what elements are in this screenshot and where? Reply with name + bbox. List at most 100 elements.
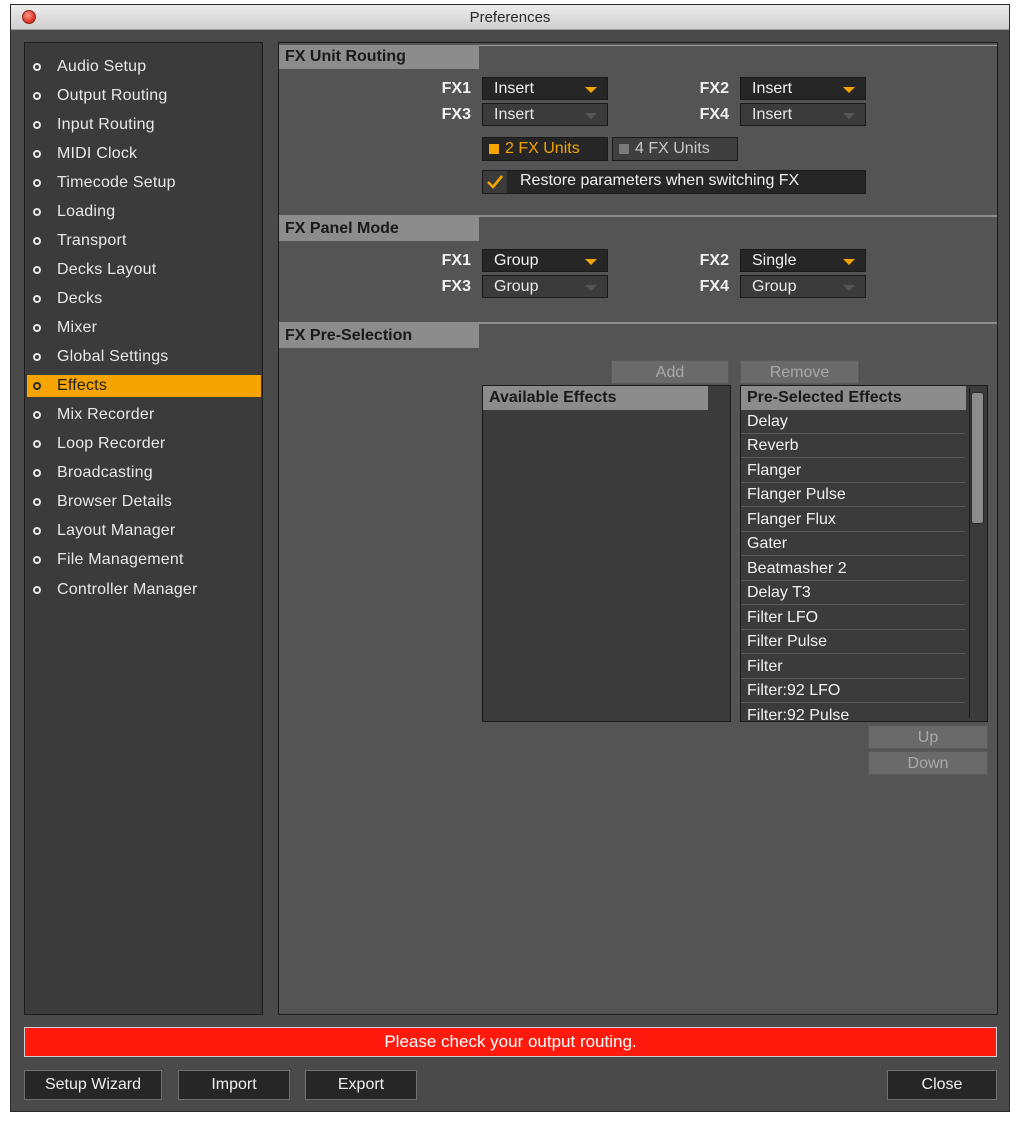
chevron-down-icon <box>843 285 855 291</box>
close-button[interactable]: Close <box>887 1070 997 1100</box>
dropdown-value: Group <box>494 252 539 269</box>
list-item[interactable]: Filter:92 Pulse <box>741 704 965 721</box>
sidebar-item-loop-recorder[interactable]: Loop Recorder <box>27 433 261 455</box>
sidebar-item-mix-recorder[interactable]: Mix Recorder <box>27 404 261 426</box>
preselected-effects-header: Pre-Selected Effects <box>741 386 966 410</box>
sidebar-item-input-routing[interactable]: Input Routing <box>27 114 261 136</box>
fx4-routing-dropdown[interactable]: Insert <box>740 103 866 126</box>
two-fx-units-toggle[interactable]: 2 FX Units <box>482 137 608 161</box>
fx4-mode-dropdown[interactable]: Group <box>740 275 866 298</box>
bullet-icon <box>33 179 41 187</box>
list-item[interactable]: Filter <box>741 655 965 679</box>
sidebar-item-decks[interactable]: Decks <box>27 288 261 310</box>
fx4-mode-label: FX4 <box>699 278 729 295</box>
section-header-fx-panel-mode: FX Panel Mode <box>279 217 479 241</box>
chevron-down-icon <box>585 87 597 93</box>
sidebar-item-audio-setup[interactable]: Audio Setup <box>27 56 261 78</box>
sidebar-item-controller-manager[interactable]: Controller Manager <box>27 579 261 601</box>
list-item[interactable]: Filter Pulse <box>741 630 965 654</box>
sidebar-item-global-settings[interactable]: Global Settings <box>27 346 261 368</box>
section-rule <box>479 45 997 46</box>
move-down-button[interactable]: Down <box>868 751 988 775</box>
bullet-icon <box>33 527 41 535</box>
remove-effect-button[interactable]: Remove <box>740 360 859 384</box>
sidebar-item-file-management[interactable]: File Management <box>27 549 261 571</box>
dropdown-value: Group <box>752 278 797 295</box>
list-item[interactable]: Flanger Flux <box>741 508 965 532</box>
list-item[interactable]: Flanger <box>741 459 965 483</box>
dropdown-value: Insert <box>752 80 793 97</box>
sidebar-item-mixer[interactable]: Mixer <box>27 317 261 339</box>
toggle-label: 4 FX Units <box>635 140 710 157</box>
list-item[interactable]: Delay <box>741 410 965 434</box>
setup-wizard-button[interactable]: Setup Wizard <box>24 1070 162 1100</box>
sidebar-item-broadcasting[interactable]: Broadcasting <box>27 462 261 484</box>
fx2-mode-dropdown[interactable]: Single <box>740 249 866 272</box>
fx1-routing-dropdown[interactable]: Insert <box>482 77 608 100</box>
bullet-icon <box>33 92 41 100</box>
list-item[interactable]: Filter LFO <box>741 606 965 630</box>
bullet-icon <box>33 121 41 129</box>
sidebar-item-midi-clock[interactable]: MIDI Clock <box>27 143 261 165</box>
fx2-routing-label: FX2 <box>699 80 729 97</box>
available-effects-header: Available Effects <box>483 386 708 410</box>
fx2-mode-label: FX2 <box>699 252 729 269</box>
fx1-mode-dropdown[interactable]: Group <box>482 249 608 272</box>
fx2-routing-dropdown[interactable]: Insert <box>740 77 866 100</box>
window-title: Preferences <box>469 9 551 26</box>
list-item[interactable]: Delay T3 <box>741 581 965 605</box>
chevron-down-icon <box>843 259 855 265</box>
bullet-icon <box>33 382 41 390</box>
title-bar: Preferences <box>11 5 1009 30</box>
bullet-icon <box>33 295 41 303</box>
sidebar-item-layout-manager[interactable]: Layout Manager <box>27 520 261 542</box>
chevron-down-icon <box>585 113 597 119</box>
move-up-button[interactable]: Up <box>868 725 988 749</box>
preselected-effects-list[interactable]: Pre-Selected Effects Delay Reverb Flange… <box>740 385 988 722</box>
bullet-icon <box>33 237 41 245</box>
dropdown-value: Insert <box>752 106 793 123</box>
status-warning-bar: Please check your output routing. <box>24 1027 997 1057</box>
preselected-list-scrollbar[interactable] <box>969 388 985 718</box>
dropdown-value: Insert <box>494 106 535 123</box>
scrollbar-thumb[interactable] <box>971 392 984 524</box>
sidebar-item-effects[interactable]: Effects <box>27 375 261 397</box>
preferences-window: Preferences Audio Setup Output Routing I… <box>10 4 1010 1112</box>
sidebar-item-decks-layout[interactable]: Decks Layout <box>27 259 261 281</box>
chevron-down-icon <box>585 259 597 265</box>
available-effects-list[interactable]: Available Effects <box>482 385 731 722</box>
fx3-routing-dropdown[interactable]: Insert <box>482 103 608 126</box>
sidebar-item-transport[interactable]: Transport <box>27 230 261 252</box>
sidebar-item-timecode-setup[interactable]: Timecode Setup <box>27 172 261 194</box>
indicator-icon <box>489 144 499 154</box>
chevron-down-icon <box>585 285 597 291</box>
list-item[interactable]: Reverb <box>741 434 965 458</box>
bullet-icon <box>33 586 41 594</box>
list-item[interactable]: Beatmasher 2 <box>741 557 965 581</box>
import-button[interactable]: Import <box>178 1070 290 1100</box>
bullet-icon <box>33 498 41 506</box>
sidebar-item-loading[interactable]: Loading <box>27 201 261 223</box>
chevron-down-icon <box>843 87 855 93</box>
bullet-icon <box>33 208 41 216</box>
bullet-icon <box>33 353 41 361</box>
dropdown-value: Single <box>752 252 797 269</box>
bullet-icon <box>33 324 41 332</box>
list-item[interactable]: Flanger Pulse <box>741 483 965 507</box>
restore-parameters-checkbox[interactable]: Restore parameters when switching FX <box>482 170 866 194</box>
fx3-mode-label: FX3 <box>441 278 471 295</box>
bullet-icon <box>33 411 41 419</box>
preferences-sidebar: Audio Setup Output Routing Input Routing… <box>24 42 263 1015</box>
list-item[interactable]: Filter:92 LFO <box>741 679 965 703</box>
section-header-fx-pre-selection: FX Pre-Selection <box>279 324 479 348</box>
add-effect-button[interactable]: Add <box>611 360 729 384</box>
fx3-mode-dropdown[interactable]: Group <box>482 275 608 298</box>
sidebar-item-browser-details[interactable]: Browser Details <box>27 491 261 513</box>
list-item[interactable]: Gater <box>741 532 965 556</box>
export-button[interactable]: Export <box>305 1070 417 1100</box>
fx1-mode-label: FX1 <box>441 252 471 269</box>
sidebar-item-output-routing[interactable]: Output Routing <box>27 85 261 107</box>
toggle-label: 2 FX Units <box>505 140 580 157</box>
effects-settings-panel: FX Unit Routing FX1 Insert FX2 Insert FX… <box>278 42 998 1015</box>
four-fx-units-toggle[interactable]: 4 FX Units <box>612 137 738 161</box>
